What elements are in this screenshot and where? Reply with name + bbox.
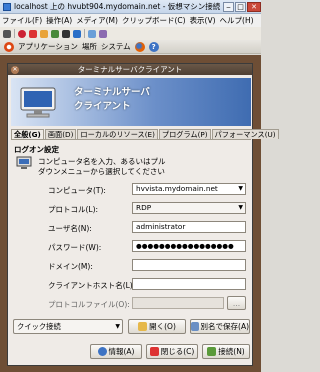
quick-connect-select[interactable]: クイック接続 ▼ [13,319,123,334]
ubuntu-logo-icon [4,41,14,52]
client-host-field[interactable] [132,278,246,290]
toolbar-separator [84,29,85,38]
chevron-down-icon: ▼ [115,323,120,330]
client-host-label: クライアントホスト名(L): [48,281,136,290]
reset-icon[interactable] [73,29,81,38]
applications-menu[interactable]: アプリケーション [18,41,78,52]
chevron-down-icon: ▼ [238,185,243,192]
connect-button-label: 接続(N) [218,347,245,356]
tab-display[interactable]: 画面(D) [44,129,77,139]
terminal-server-icon [20,87,56,118]
gnome-top-panel: アプリケーション 場所 システム ? [0,40,261,54]
save-state-icon[interactable] [51,29,59,38]
dialog-title: ターミナルサーバクライアント [77,65,183,74]
vm-menu-bar: ファイル(F) 操作(A) メディア(M) クリップボード(C) 表示(V) ヘ… [0,14,261,27]
banner-title: ターミナルサーバ クライアント [74,86,150,114]
banner: ターミナルサーバ クライアント [11,78,251,126]
connect-button[interactable]: 接続(N) [202,344,250,359]
menu-clipboard[interactable]: クリップボード(C) [122,15,186,26]
vm-window-title: localhost 上の hvubt904.mydomain.net - 仮想マ… [14,2,221,11]
tab-bar: 全般(G) 画面(D) ローカルのリソース(E) プログラム(P) パフォーマン… [11,129,279,140]
protocol-file-label: プロトコルファイル(O): [48,300,130,309]
menu-media[interactable]: メディア(M) [76,15,118,26]
domain-label: ドメイン(M): [48,262,93,271]
chevron-down-icon: ▼ [238,204,243,211]
open-button-label: 開く(O) [149,322,176,331]
menu-file[interactable]: ファイル(F) [2,15,42,26]
protocol-value: RDP [136,203,152,212]
snapshot-icon[interactable] [88,29,96,38]
computer-label: コンピュータ(T): [48,186,106,195]
computer-combobox[interactable]: hvvista.mydomain.net ▼ [132,183,246,195]
username-label: ユーザ名(N): [48,224,92,233]
tab-performance[interactable]: パフォーマンス(U) [211,129,279,139]
quick-connect-value: クイック接続 [17,322,61,331]
tab-programs[interactable]: プログラム(P) [158,129,211,139]
domain-field[interactable] [132,259,246,271]
tab-local-resources[interactable]: ローカルのリソース(E) [77,129,158,139]
shutdown-icon[interactable] [40,29,48,38]
protocol-select[interactable]: RDP ▼ [132,202,246,214]
save-as-button-label: 別名で保存(A) [200,322,249,331]
computer-value: hvvista.mydomain.net [136,184,218,193]
open-button[interactable]: 開く(O) [128,319,186,334]
banner-line-2: クライアント [74,101,131,112]
vm-window-icon [3,2,11,11]
info-icon [97,347,107,356]
password-label: パスワード(W): [48,243,102,252]
help-icon[interactable]: ? [148,41,159,52]
computer-icon [16,156,32,169]
firefox-icon[interactable] [134,41,145,52]
tab-general[interactable]: 全般(G) [11,129,44,139]
toolbar-separator [14,29,15,38]
save-icon [191,322,199,331]
connect-icon [207,347,217,356]
maximize-button[interactable]: □ [235,1,246,12]
menu-action[interactable]: 操作(A) [46,15,72,26]
folder-icon [138,322,148,331]
dialog-close-icon[interactable]: ✕ [11,66,19,74]
instruction-line-2: ダウンメニューから選択してください [38,167,165,176]
places-menu[interactable]: 場所 [82,41,97,52]
close-icon [149,347,159,356]
save-as-button[interactable]: 別名で保存(A) [190,319,250,334]
tsclient-dialog: ✕ ターミナルサーバクライアント ターミナルサーバ クライアント 全般(G) 画… [7,63,279,366]
banner-line-1: ターミナルサーバ [74,87,150,98]
revert-icon[interactable] [99,29,107,38]
password-field[interactable]: ●●●●●●●●●●●●●●●●● [132,240,246,252]
protocol-label: プロトコル(L): [48,205,99,214]
username-field[interactable]: administrator [132,221,246,233]
vm-toolbar [0,27,261,40]
minimize-button[interactable]: ‒ [223,1,234,12]
start-icon[interactable] [18,29,26,38]
turn-off-icon[interactable] [29,29,37,38]
browse-button: ... [227,296,246,310]
ctrl-alt-del-icon[interactable] [3,29,11,38]
info-button-label: 情報(A) [108,347,135,356]
close-button-label: 閉じる(C) [160,347,195,356]
close-button[interactable]: 閉じる(C) [146,344,198,359]
menu-help[interactable]: ヘルプ(H) [220,15,254,26]
close-window-button[interactable]: ✕ [247,1,261,12]
info-button[interactable]: 情報(A) [90,344,142,359]
system-menu[interactable]: システム [101,41,131,52]
logon-settings-heading: ログオン設定 [14,145,59,154]
protocol-file-field [132,297,224,309]
pause-icon[interactable] [62,29,70,38]
dialog-title-bar: ✕ ターミナルサーバクライアント [8,64,252,75]
menu-view[interactable]: 表示(V) [190,15,216,26]
vm-title-bar: localhost 上の hvubt904.mydomain.net - 仮想マ… [0,0,261,14]
